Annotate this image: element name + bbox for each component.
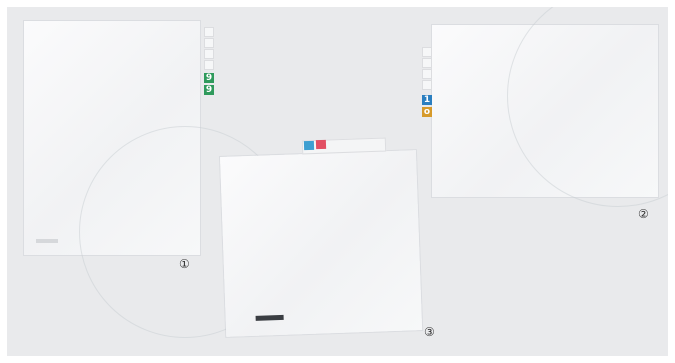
folder-3-tab-strip xyxy=(301,137,387,155)
folder-2-tab xyxy=(422,80,432,90)
folder-1-tab xyxy=(204,60,214,70)
folder-3-tab-badge xyxy=(315,139,327,150)
folder-3-logo xyxy=(255,314,284,321)
item-label: ② xyxy=(638,207,649,221)
folder-2-curve xyxy=(507,7,668,207)
item-label: ① xyxy=(179,257,190,271)
item-label: ③ xyxy=(424,325,435,339)
folder-2-tab-badge: 1 xyxy=(422,95,432,105)
folder-1-tab xyxy=(204,27,214,37)
folder-2-tab xyxy=(422,58,432,68)
folder-2-tab xyxy=(422,47,432,57)
folder-1-tab-badge: 9 xyxy=(204,73,214,83)
folder-3-body xyxy=(220,150,423,337)
folder-2-tab-badge: o xyxy=(422,107,432,117)
folder-2-tab xyxy=(422,69,432,79)
folder-1-tab-badge: 9 xyxy=(204,85,214,95)
folder-2-body xyxy=(432,7,668,207)
folder-1-tab xyxy=(204,49,214,59)
folder-3-tab-badge xyxy=(303,140,315,151)
folder-1-logo xyxy=(36,239,58,243)
photo-panel: 9 9 ① 1 o ② ③ xyxy=(7,7,668,356)
folder-1-tab xyxy=(204,38,214,48)
folder-1-body xyxy=(24,21,291,338)
